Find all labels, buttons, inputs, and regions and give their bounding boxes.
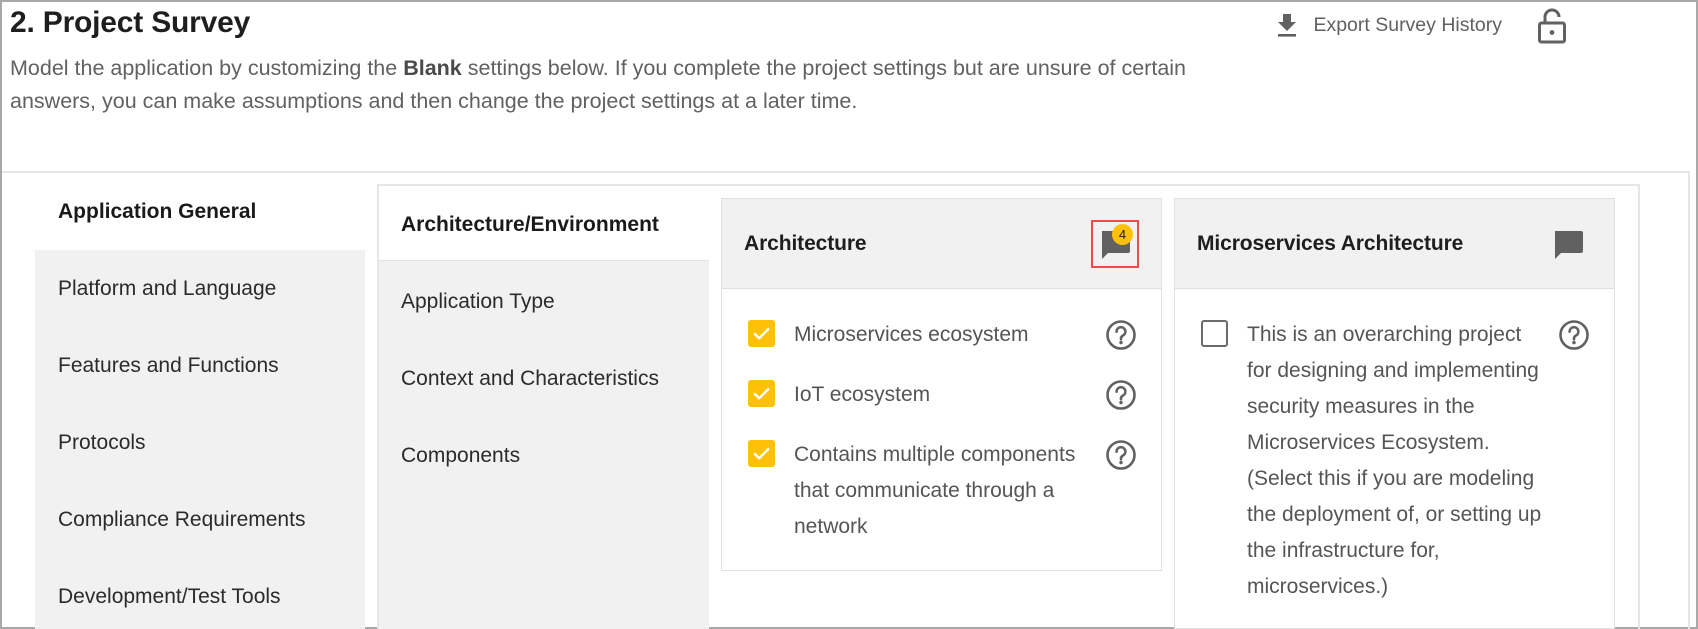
- checkbox-checked[interactable]: [748, 320, 775, 347]
- sidebar-item-compliance-requirements[interactable]: Compliance Requirements: [35, 481, 365, 558]
- help-icon[interactable]: [1558, 319, 1590, 351]
- page-title: 2. Project Survey: [10, 6, 251, 39]
- subnav-item-application-type[interactable]: Application Type: [379, 263, 709, 340]
- option-label[interactable]: Contains multiple components that commun…: [778, 437, 1091, 545]
- sidebar-item-label: Compliance Requirements: [58, 507, 306, 531]
- intro-text-bold: Blank: [403, 56, 462, 80]
- card-header: Architecture 4: [722, 199, 1161, 289]
- question-card-microservices-architecture: Microservices Architecture This is an ove…: [1174, 198, 1615, 629]
- sidebar-item-application-general[interactable]: Application General: [35, 173, 365, 250]
- section-border: [1688, 171, 1690, 629]
- subnav-item-label: Components: [401, 443, 521, 467]
- intro-text-part: Model the application by customizing the: [10, 56, 404, 80]
- sidebar-item-label: Features and Functions: [58, 353, 279, 377]
- sidebar-item-label: Application General: [58, 199, 257, 223]
- check-icon: [753, 387, 770, 400]
- subnav-item-label: Architecture/Environment: [401, 212, 659, 236]
- comment-count-badge: 4: [1112, 223, 1133, 245]
- sidebar-item-label: Protocols: [58, 430, 146, 454]
- check-icon: [753, 447, 770, 460]
- subnav-item-context-and-characteristics[interactable]: Context and Characteristics: [379, 340, 709, 417]
- option-row: Contains multiple components that commun…: [748, 437, 1137, 545]
- check-icon: [753, 327, 770, 340]
- card-title: Architecture: [744, 231, 867, 255]
- subnav-item-components[interactable]: Components: [379, 417, 709, 494]
- option-row: IoT ecosystem: [748, 377, 1137, 413]
- option-label[interactable]: IoT ecosystem: [778, 377, 1091, 413]
- help-icon[interactable]: [1105, 319, 1137, 351]
- option-label[interactable]: Microservices ecosystem: [778, 317, 1091, 353]
- subnav-item-label: Context and Characteristics: [401, 366, 659, 390]
- checkbox-unchecked[interactable]: [1201, 320, 1228, 347]
- sidebar-item-label: Development/Test Tools: [58, 584, 281, 608]
- download-icon: [1278, 14, 1297, 37]
- help-icon[interactable]: [1105, 439, 1137, 471]
- sidebar-item-platform-and-language[interactable]: Platform and Language: [35, 250, 365, 327]
- help-icon[interactable]: [1105, 379, 1137, 411]
- card-title: Microservices Architecture: [1197, 231, 1464, 255]
- unlocked-padlock-icon[interactable]: [1537, 8, 1567, 44]
- comment-icon: [1555, 230, 1583, 259]
- comments-button[interactable]: [1544, 220, 1592, 268]
- sidebar-item-label: Platform and Language: [58, 276, 277, 300]
- sidebar-item-development-test-tools[interactable]: Development/Test Tools: [35, 558, 365, 629]
- card-options: Microservices ecosystem IoT ecosystem Cont…: [722, 289, 1161, 567]
- option-row: Microservices ecosystem: [748, 317, 1137, 353]
- comments-button[interactable]: 4: [1091, 219, 1139, 268]
- sidebar-item-features-and-functions[interactable]: Features and Functions: [35, 327, 365, 404]
- card-header: Microservices Architecture: [1175, 199, 1614, 289]
- checkbox-checked[interactable]: [748, 440, 775, 467]
- subnav-item-architecture-environment[interactable]: Architecture/Environment: [379, 186, 709, 263]
- option-row: This is an overarching project for desig…: [1201, 317, 1590, 605]
- option-label[interactable]: This is an overarching project for desig…: [1231, 317, 1544, 605]
- subnav-item-label: Application Type: [401, 289, 555, 313]
- export-survey-history-label: Export Survey History: [1313, 13, 1502, 36]
- checkbox-checked[interactable]: [748, 380, 775, 407]
- intro-text: Model the application by customizing the…: [10, 52, 1210, 118]
- question-card-architecture: Architecture 4 Microservices ecosystem IoT …: [721, 198, 1162, 571]
- card-options: This is an overarching project for desig…: [1175, 289, 1614, 627]
- sidebar-item-protocols[interactable]: Protocols: [35, 404, 365, 481]
- export-survey-history-button[interactable]: Export Survey History: [1275, 12, 1502, 38]
